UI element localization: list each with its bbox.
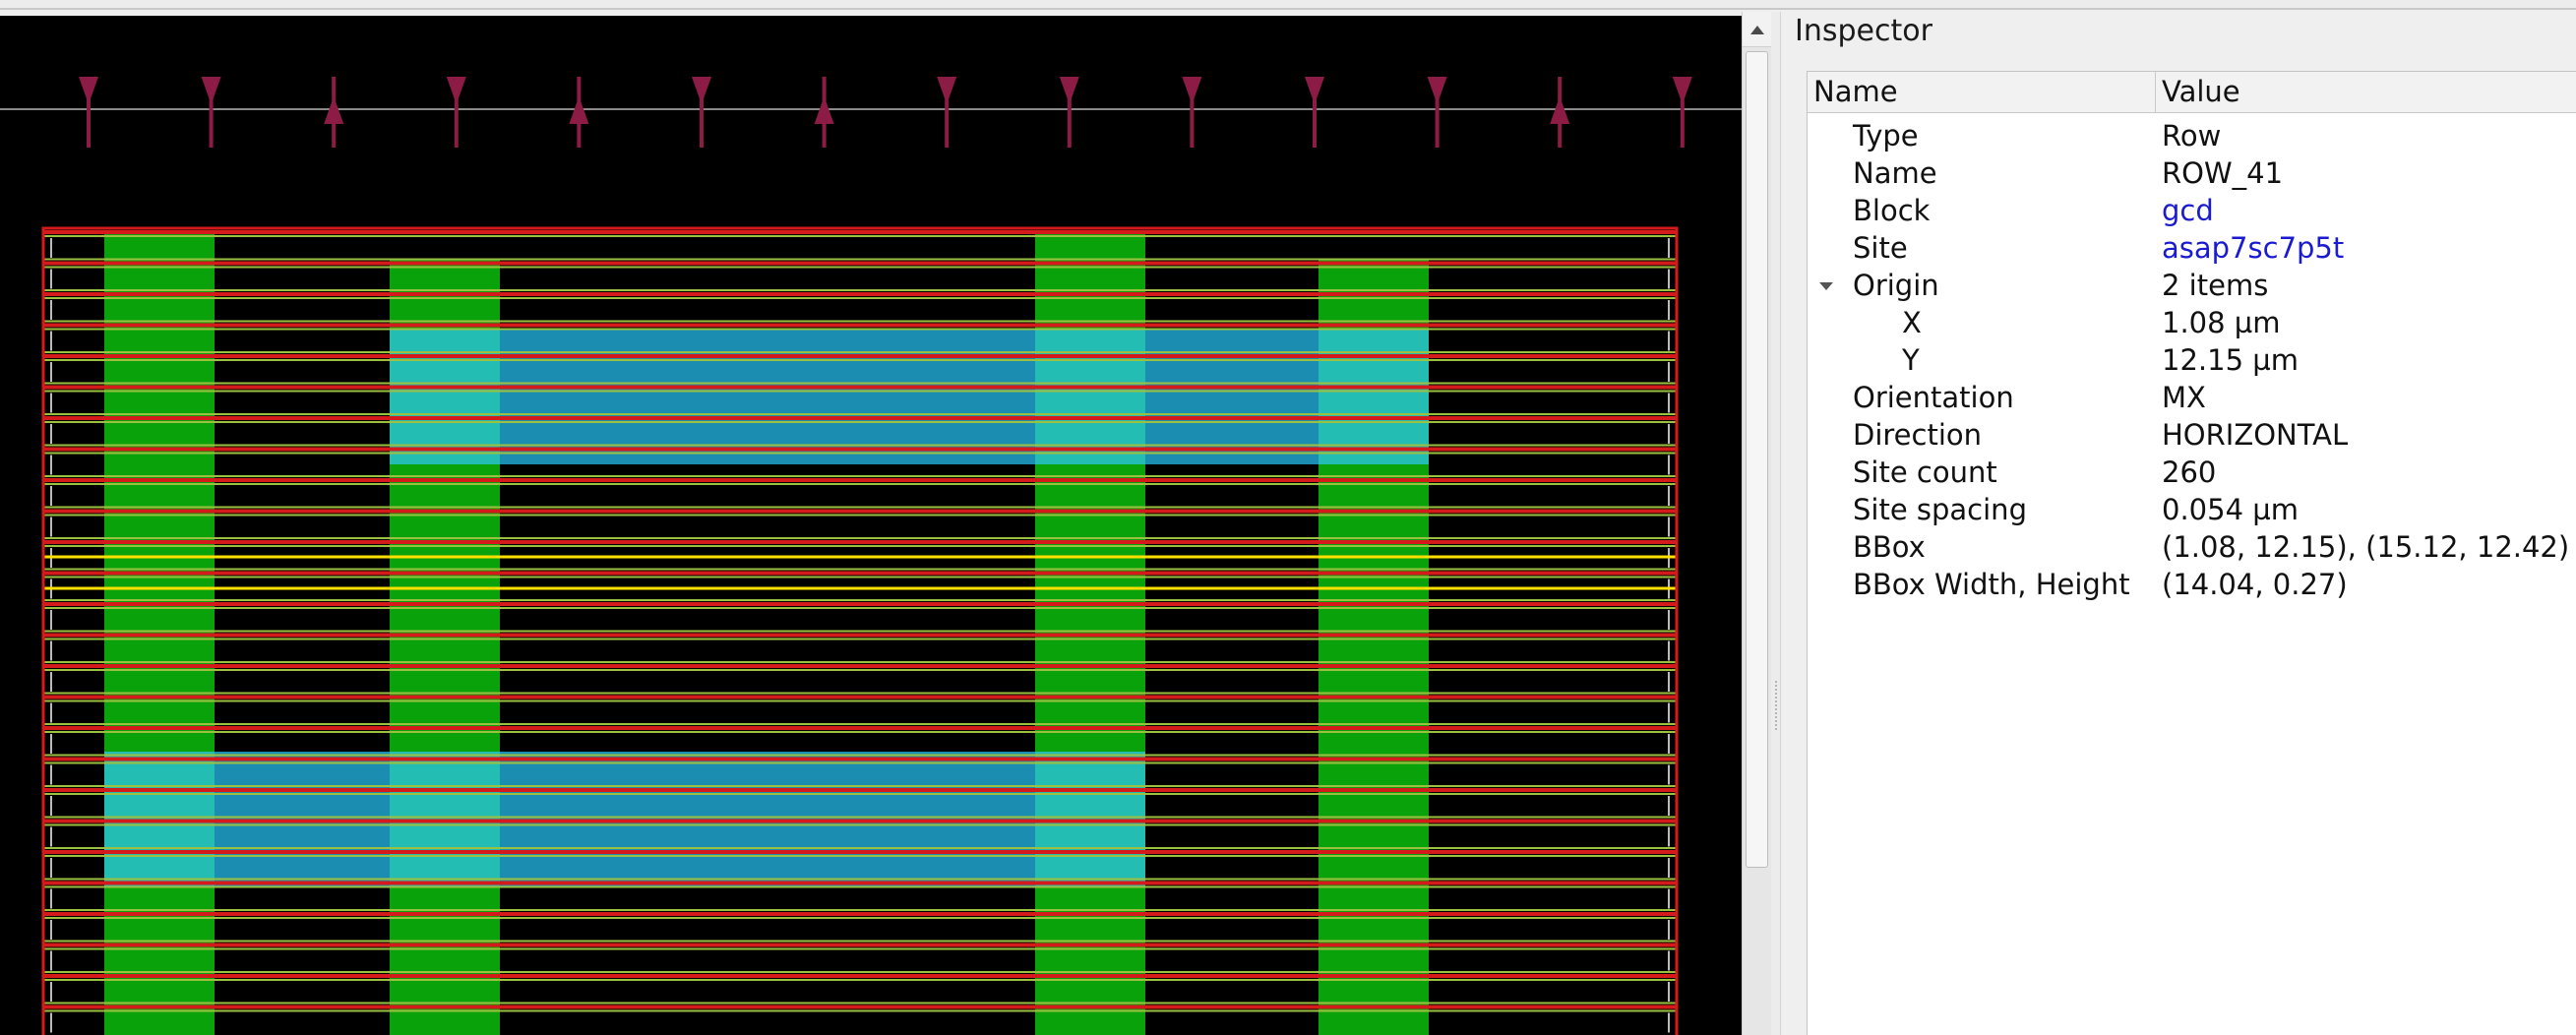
arrow-down-icon bbox=[1305, 77, 1324, 104]
arrow-down-icon bbox=[937, 77, 957, 104]
window-top-bar bbox=[0, 0, 2576, 10]
table-row[interactable]: BBox Width, Height (14.04, 0.27) bbox=[1808, 566, 2576, 603]
overlap-region bbox=[1319, 329, 1429, 464]
table-row[interactable]: Origin 2 items bbox=[1808, 267, 2576, 304]
table-row[interactable]: Y 12.15 µm bbox=[1808, 341, 2576, 379]
property-name: Site spacing bbox=[1853, 493, 2027, 526]
overlap-region bbox=[1035, 329, 1145, 464]
table-row[interactable]: Site asap7sc7p5t bbox=[1808, 229, 2576, 267]
scroll-up-icon[interactable] bbox=[1743, 12, 1772, 47]
property-name: BBox bbox=[1853, 530, 1926, 564]
property-link[interactable]: gcd bbox=[2162, 192, 2214, 229]
table-row[interactable]: Orientation MX bbox=[1808, 379, 2576, 416]
property-value: ROW_41 bbox=[2162, 156, 2284, 190]
property-table[interactable]: Name Value Type Row Name ROW_41 Block gcd Site… bbox=[1807, 71, 2576, 1035]
table-row[interactable]: Name ROW_41 bbox=[1808, 154, 2576, 192]
property-value: (1.08, 12.15), (15.12, 12.42) bbox=[2162, 530, 2570, 564]
overlap-region bbox=[390, 329, 500, 464]
property-value: 260 bbox=[2162, 456, 2217, 489]
table-row[interactable]: Block gcd bbox=[1808, 192, 2576, 229]
arrow-down-icon bbox=[446, 77, 466, 104]
property-name: BBox Width, Height bbox=[1853, 568, 2130, 601]
layout-drawing bbox=[0, 77, 1742, 1035]
property-name: Orientation bbox=[1853, 381, 2014, 414]
table-row[interactable]: X 1.08 µm bbox=[1808, 304, 2576, 341]
property-value: 0.054 µm bbox=[2162, 493, 2299, 526]
arrow-down-icon bbox=[201, 77, 221, 104]
property-name: Block bbox=[1853, 194, 1931, 227]
arrow-down-icon bbox=[1427, 77, 1447, 104]
property-name: Site bbox=[1853, 231, 1908, 265]
table-row[interactable]: Site spacing 0.054 µm bbox=[1808, 491, 2576, 528]
arrow-down-icon bbox=[692, 77, 711, 104]
arrow-down-icon bbox=[1182, 77, 1202, 104]
macro-block bbox=[390, 329, 1429, 464]
property-name: Direction bbox=[1853, 418, 1983, 452]
table-row[interactable]: Type Row bbox=[1808, 117, 2576, 154]
property-value: MX bbox=[2162, 381, 2206, 414]
property-value: 2 items bbox=[2162, 269, 2269, 302]
property-link[interactable]: asap7sc7p5t bbox=[2162, 229, 2344, 267]
table-header: Name Value bbox=[1808, 72, 2576, 113]
table-row[interactable]: Direction HORIZONTAL bbox=[1808, 416, 2576, 454]
table-row[interactable]: BBox (1.08, 12.15), (15.12, 12.42) bbox=[1808, 528, 2576, 566]
property-value: (14.04, 0.27) bbox=[2162, 568, 2348, 601]
property-value: Row bbox=[2162, 119, 2222, 152]
property-name: X bbox=[1902, 306, 1922, 339]
arrow-down-icon bbox=[1672, 77, 1692, 104]
column-header-value[interactable]: Value bbox=[2156, 72, 2576, 112]
inspector-panel: Inspector Name Value Type Row Name ROW_41 Bl… bbox=[1781, 12, 2576, 1035]
splitter-grip bbox=[1775, 681, 1779, 730]
chevron-down-icon[interactable] bbox=[1819, 282, 1833, 290]
property-name: Type bbox=[1853, 119, 1919, 152]
layout-canvas[interactable] bbox=[0, 16, 1742, 1035]
property-value: 1.08 µm bbox=[2162, 306, 2281, 339]
property-value: 12.15 µm bbox=[2162, 343, 2299, 377]
property-name: Site count bbox=[1853, 456, 1997, 489]
table-row[interactable]: Site count 260 bbox=[1808, 454, 2576, 491]
vertical-scrollbar[interactable] bbox=[1742, 12, 1772, 1035]
arrow-down-icon bbox=[79, 77, 98, 104]
property-value: HORIZONTAL bbox=[2162, 418, 2349, 452]
property-name: Origin bbox=[1853, 269, 1939, 302]
arrow-down-icon bbox=[1059, 77, 1079, 104]
column-header-name[interactable]: Name bbox=[1808, 72, 2156, 112]
scrollbar-thumb[interactable] bbox=[1746, 51, 1768, 868]
inspector-title: Inspector bbox=[1795, 14, 1932, 48]
panel-splitter[interactable] bbox=[1771, 12, 1781, 1035]
property-name: Y bbox=[1902, 343, 1920, 377]
property-name: Name bbox=[1853, 156, 1937, 190]
